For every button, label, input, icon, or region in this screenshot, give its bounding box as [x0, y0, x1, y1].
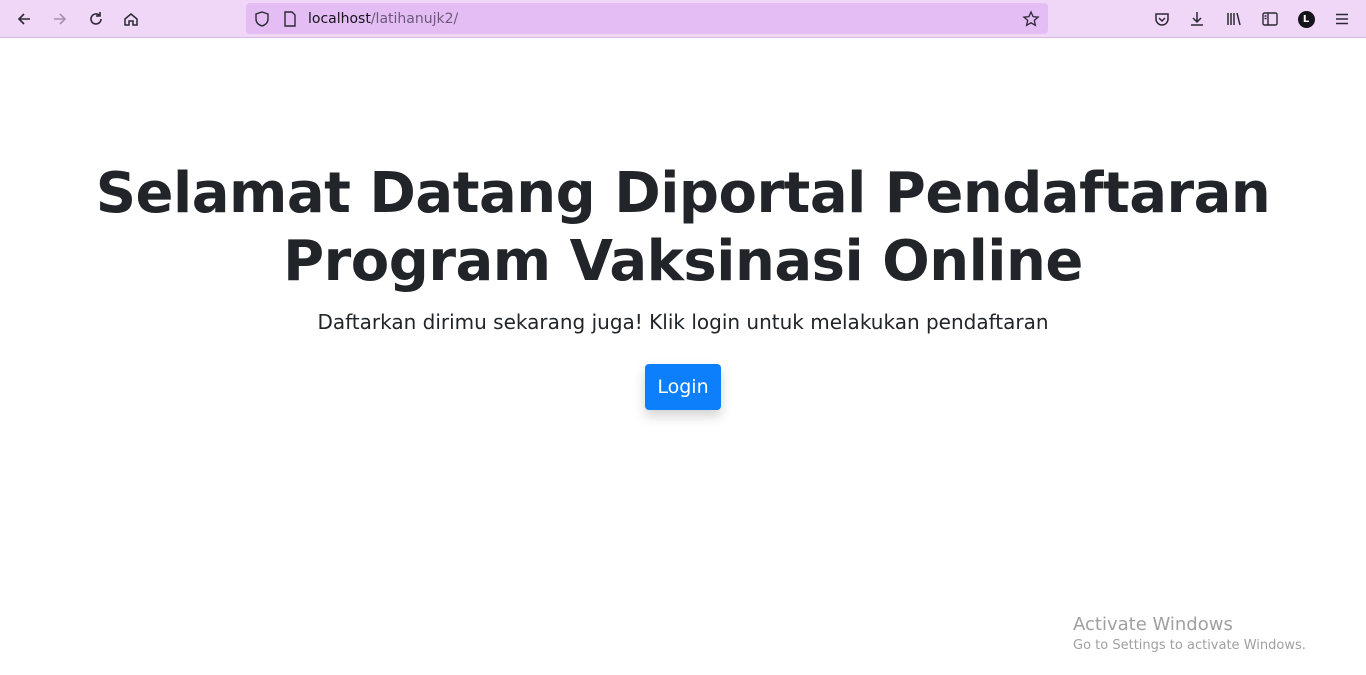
browser-toolbar: localhost/latihanujk2/ L — [0, 0, 1366, 38]
page-subtitle: Daftarkan dirimu sekarang juga! Klik log… — [317, 310, 1049, 334]
sidebar-icon[interactable] — [1257, 6, 1283, 32]
page-title: Selamat Datang Diportal Pendaftaran Prog… — [95, 161, 1271, 294]
back-icon[interactable] — [11, 6, 37, 32]
windows-activation-watermark: Activate Windows Go to Settings to activ… — [1073, 614, 1306, 656]
download-icon[interactable] — [1184, 6, 1210, 32]
url-path: /latihanujk2/ — [370, 11, 459, 27]
url-host: localhost — [308, 11, 371, 27]
url-bar[interactable]: localhost/latihanujk2/ — [246, 3, 1048, 34]
page-icon[interactable] — [281, 10, 299, 28]
account-initial: L — [1297, 10, 1315, 28]
watermark-line1: Activate Windows — [1073, 614, 1233, 635]
login-button[interactable]: Login — [645, 364, 721, 410]
bookmark-star-icon[interactable] — [1022, 10, 1040, 28]
url-text[interactable]: localhost/latihanujk2/ — [308, 11, 458, 27]
home-icon[interactable] — [118, 6, 144, 32]
watermark-line2: Go to Settings to activate Windows. — [1073, 638, 1306, 653]
library-icon[interactable] — [1221, 6, 1247, 32]
forward-icon[interactable] — [47, 6, 73, 32]
reload-icon[interactable] — [83, 6, 109, 32]
menu-icon[interactable] — [1329, 6, 1355, 32]
shield-icon[interactable] — [253, 10, 271, 28]
account-icon[interactable]: L — [1293, 6, 1319, 32]
hero-section: Selamat Datang Diportal Pendaftaran Prog… — [0, 160, 1366, 410]
pocket-icon[interactable] — [1149, 6, 1175, 32]
